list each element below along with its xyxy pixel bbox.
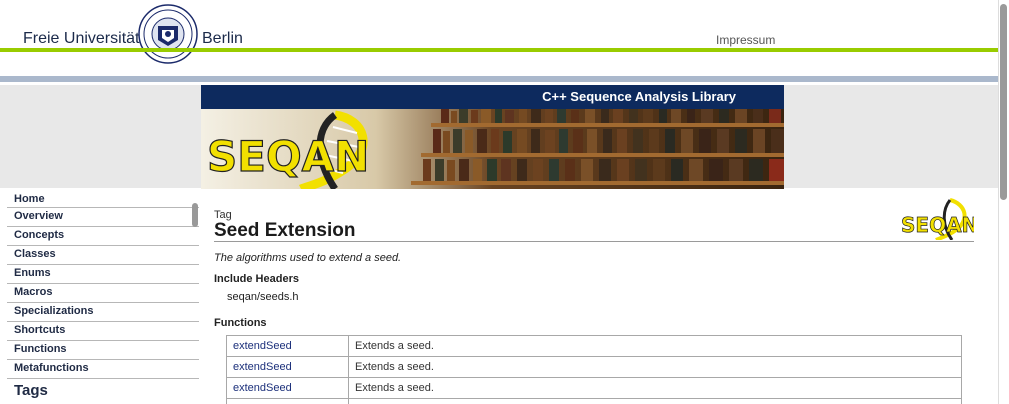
- function-link[interactable]: extendSeed: [233, 340, 292, 352]
- sidebar-item-concepts[interactable]: Concepts: [14, 229, 64, 241]
- table-row: extendSeed Extends a seed.: [226, 335, 962, 357]
- functions-table: extendSeed Extends a seed. extendSeed Ex…: [226, 335, 962, 404]
- function-name-cell: extendSeed: [226, 356, 349, 378]
- fu-name-left: Freie Universität: [23, 30, 140, 47]
- function-description: Extends a seed.: [348, 335, 962, 357]
- impressum-link[interactable]: Impressum: [716, 33, 775, 47]
- sidebar-divider: [7, 378, 199, 379]
- sidebar-divider: [7, 226, 199, 227]
- sidebar-divider: [7, 207, 199, 208]
- sidebar-tags-heading[interactable]: Tags: [14, 382, 48, 399]
- page-scrollbar-thumb[interactable]: [1000, 4, 1007, 200]
- table-row: [226, 398, 962, 404]
- sidebar-item-enums[interactable]: Enums: [14, 267, 51, 279]
- fu-seal-logo: [138, 4, 198, 64]
- include-headers-heading: Include Headers: [214, 273, 299, 285]
- banner-title: C++ Sequence Analysis Library: [542, 89, 736, 104]
- include-file-path: seqan/seeds.h: [227, 291, 299, 303]
- page-title: Seed Extension: [214, 220, 356, 241]
- function-name-cell: extendSeed: [226, 335, 349, 357]
- sidebar-divider: [7, 283, 199, 284]
- entity-summary: The algorithms used to extend a seed.: [214, 252, 402, 264]
- header-green-rule: [0, 48, 1009, 52]
- fu-name-right: Berlin: [202, 30, 243, 47]
- seqan-small-logo: SEQAN: [901, 198, 974, 240]
- sidebar-item-macros[interactable]: Macros: [14, 286, 53, 298]
- table-row: extendSeed Extends a seed.: [226, 377, 962, 399]
- sidebar-divider: [7, 340, 199, 341]
- sidebar-item-metafunctions[interactable]: Metafunctions: [14, 362, 89, 374]
- function-name-cell: extendSeed: [226, 377, 349, 399]
- function-link[interactable]: extendSeed: [233, 382, 292, 394]
- title-divider: [214, 241, 974, 242]
- sidebar-item-specializations[interactable]: Specializations: [14, 305, 93, 317]
- function-description: Extends a seed.: [348, 356, 962, 378]
- sidebar-divider: [7, 245, 199, 246]
- sidebar-item-functions[interactable]: Functions: [14, 343, 67, 355]
- function-description: [348, 398, 962, 404]
- function-link[interactable]: extendSeed: [233, 361, 292, 373]
- functions-heading: Functions: [214, 317, 267, 329]
- function-description: Extends a seed.: [348, 377, 962, 399]
- fu-header: Freie Universität Berlin Impressum: [0, 0, 1009, 85]
- sidebar-item-overview[interactable]: Overview: [14, 210, 63, 222]
- sidebar-item-home[interactable]: Home: [14, 193, 45, 205]
- sidebar-divider: [7, 321, 199, 322]
- sidebar-divider: [7, 302, 199, 303]
- function-name-cell: [226, 398, 349, 404]
- seqan-logo-text: SEQAN: [207, 132, 369, 181]
- header-grey-rule: [0, 76, 1009, 82]
- table-row: extendSeed Extends a seed.: [226, 356, 962, 378]
- sidebar-scrollbar-thumb[interactable]: [192, 203, 198, 227]
- seqan-small-logo-text: SEQAN: [901, 213, 974, 237]
- sidebar-divider: [7, 359, 199, 360]
- sidebar-divider: [7, 264, 199, 265]
- seqan-logo: SEQAN: [206, 110, 370, 189]
- seqan-banner: C++ Sequence Analysis Library SEQAN: [201, 85, 784, 189]
- sidebar-nav: Home Overview Concepts Classes Enums Mac…: [0, 188, 201, 404]
- banner-title-bar: C++ Sequence Analysis Library: [201, 85, 784, 109]
- sidebar-item-shortcuts[interactable]: Shortcuts: [14, 324, 65, 336]
- sidebar-item-classes[interactable]: Classes: [14, 248, 56, 260]
- library-bookshelf-image: SEQAN: [201, 109, 784, 189]
